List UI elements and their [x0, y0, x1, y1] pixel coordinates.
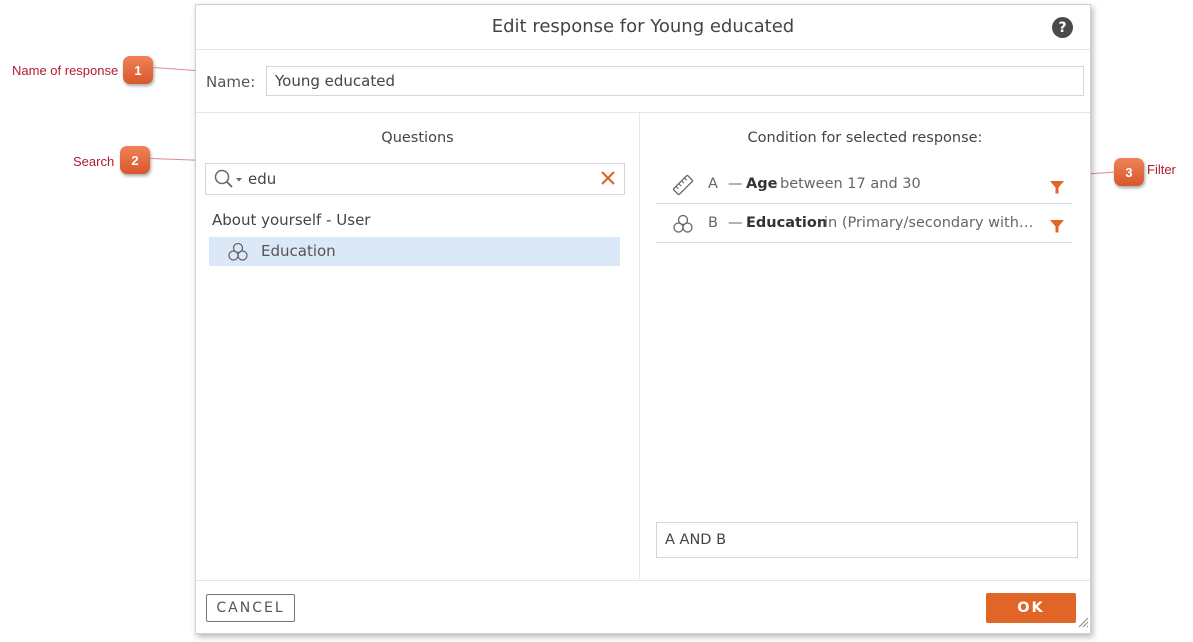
dialog-header: Edit response for Young educated ? [196, 5, 1090, 50]
ruler-icon [672, 174, 694, 199]
question-group-label: About yourself - User [212, 211, 371, 229]
condition-text: between 17 and 30 [780, 176, 921, 192]
conditions-pane: Condition for selected response: A — Age… [640, 113, 1090, 579]
condition-row-a[interactable]: A — Age between 17 and 30 [656, 166, 1072, 204]
question-result-label: Education [261, 242, 336, 260]
callout-badge-1: 1 [123, 56, 153, 84]
edit-response-dialog: Edit response for Young educated ? Name:… [195, 4, 1091, 634]
questions-title: Questions [381, 130, 454, 146]
search-icon[interactable] [214, 169, 244, 193]
condition-question-name: Age [746, 176, 778, 192]
clear-search-icon[interactable] [600, 170, 616, 190]
conditions-title: Condition for selected response: [747, 130, 983, 146]
condition-text: in (Primary/secondary without degree, Se… [824, 215, 1042, 231]
callout-badge-2: 2 [120, 146, 150, 174]
circles-icon [227, 242, 249, 266]
name-input[interactable] [266, 66, 1084, 96]
dialog-footer: CANCEL OK [196, 580, 1090, 634]
dialog-title: Edit response for Young educated [491, 16, 795, 37]
filter-icon[interactable] [1050, 218, 1064, 237]
condition-letter: A [708, 176, 718, 192]
condition-expression-input[interactable] [656, 522, 1078, 558]
callout-label-filter: Filter [1147, 162, 1176, 177]
circles-icon [672, 214, 694, 238]
name-row: Name: [196, 50, 1090, 113]
condition-question-name: Education [746, 215, 828, 231]
question-result-item[interactable]: Education [209, 237, 620, 266]
name-label: Name: [206, 73, 256, 91]
callout-label-name-of-response: Name of response [12, 63, 119, 78]
callout-label-search: Search [73, 154, 115, 169]
resize-grip-icon[interactable] [1077, 613, 1089, 632]
ok-button[interactable]: OK [986, 593, 1076, 623]
condition-dash: — [728, 215, 743, 231]
help-icon[interactable]: ? [1052, 17, 1073, 38]
cancel-button[interactable]: CANCEL [206, 594, 295, 622]
callout-badge-3: 3 [1114, 158, 1144, 186]
condition-dash: — [728, 176, 743, 192]
filter-icon[interactable] [1050, 179, 1064, 198]
condition-row-b[interactable]: B — Education in (Primary/secondary with… [656, 205, 1072, 243]
condition-letter: B [708, 215, 718, 231]
search-input[interactable] [246, 166, 590, 192]
questions-pane: Questions About yourself - User [196, 113, 640, 579]
search-box[interactable] [205, 163, 625, 195]
